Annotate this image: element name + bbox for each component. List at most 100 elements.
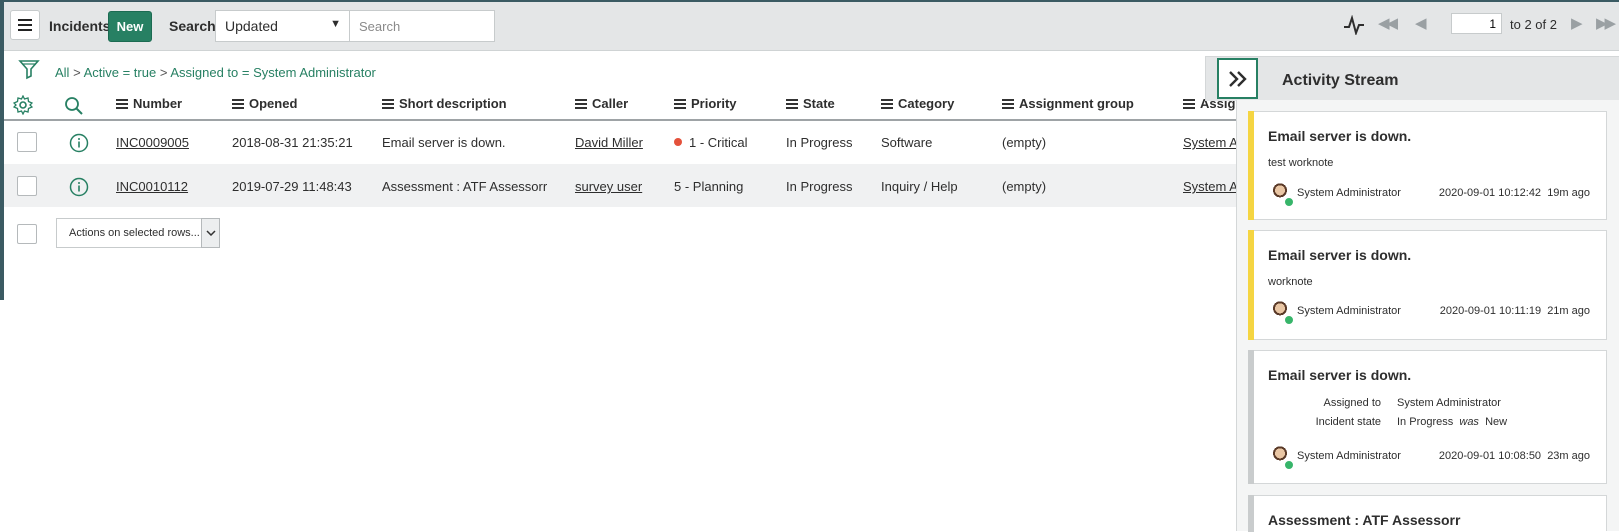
breadcrumb-separator: > [159,65,168,80]
column-header-priority[interactable]: Priority [674,96,737,111]
list-title: Incidents [49,18,111,34]
column-label: Short description [399,96,507,111]
cell-state: In Progress [786,179,853,194]
activity-stream-title: Activity Stream [1282,72,1399,89]
card-time: 2020-09-01 10:08:50 [1438,450,1542,462]
field-value: System Administrator [1397,397,1501,409]
breadcrumb: All > Active = true > Assigned to = Syst… [55,65,376,80]
breadcrumb-assigned[interactable]: Assigned to = System Administrator [170,65,376,80]
previous-page-icon[interactable]: ◀ [1415,14,1426,32]
gear-icon[interactable] [13,95,33,115]
double-chevron-right-icon [1228,70,1247,87]
column-header-state[interactable]: State [786,96,835,111]
activity-pulse-icon[interactable] [1343,15,1365,35]
search-icon[interactable] [64,96,84,116]
cell-state: In Progress [786,135,853,150]
incident-number-link[interactable]: INC0010112 [116,179,188,194]
search-label: Search [169,18,216,34]
column-menu-icon[interactable] [1002,98,1014,109]
column-menu-icon[interactable] [881,98,893,109]
column-label: Opened [249,96,298,111]
column-label: Assignment group [1019,96,1134,111]
column-menu-icon[interactable] [575,98,587,109]
breadcrumb-active[interactable]: Active = true [84,65,157,80]
card-author: System Administrator [1297,450,1401,462]
column-menu-icon[interactable] [382,98,394,109]
activity-card: Email server is down. worknote System Ad… [1248,230,1607,340]
list-menu-button[interactable] [10,10,40,40]
cell-assignment-group: (empty) [1002,179,1047,194]
card-accent-bar [1248,230,1254,340]
critical-priority-dot-icon [674,138,682,146]
breadcrumb-separator: > [73,65,81,80]
info-icon[interactable] [69,177,89,197]
filter-icon[interactable] [18,58,40,80]
info-icon[interactable] [69,133,89,153]
field-value: In Progress was New [1397,416,1507,428]
hamburger-icon [18,19,32,31]
cell-short-description: Email server is down. [382,135,506,150]
actions-select[interactable]: Actions on selected rows... [56,218,220,248]
activity-card: Email server is down. test worknote Syst… [1248,111,1607,220]
cell-category: Inquiry / Help [881,179,958,194]
card-accent-bar [1248,111,1254,220]
card-time: 2020-09-01 10:11:19 [1439,305,1542,317]
column-header-assignment-group[interactable]: Assignment group [1002,96,1134,111]
card-ago: 23m ago [1547,450,1590,462]
column-header-category[interactable]: Category [881,96,954,111]
row-checkbox[interactable] [17,176,37,196]
first-page-icon[interactable]: ◀◀ [1378,14,1398,32]
card-note: worknote [1268,276,1313,288]
field-old-value: New [1485,416,1508,428]
column-header-short-description[interactable]: Short description [382,96,507,111]
column-label: Category [898,96,955,111]
column-header-opened[interactable]: Opened [232,96,297,111]
next-page-icon[interactable]: ▶ [1571,14,1582,32]
incident-number-link[interactable]: INC0009005 [116,135,189,150]
card-time: 2020-09-01 10:12:42 [1438,187,1542,199]
column-menu-icon[interactable] [1183,98,1195,109]
row-checkbox[interactable] [17,132,37,152]
caller-link[interactable]: David Miller [575,135,643,150]
cell-opened: 2019-07-29 11:48:43 [232,179,352,194]
cell-assignment-group: (empty) [1002,135,1047,150]
activity-card: Assessment : ATF Assessorr [1248,495,1607,532]
column-menu-icon[interactable] [674,98,686,109]
page-number-input[interactable] [1451,13,1502,34]
search-input[interactable] [349,10,495,42]
search-field-select[interactable]: Updated ▼ [215,10,350,42]
column-label: Caller [592,96,629,111]
collapse-activity-button[interactable] [1217,58,1258,99]
online-status-icon [1284,460,1294,470]
card-accent-bar [1248,495,1254,532]
column-header-caller[interactable]: Caller [575,96,628,111]
actions-select-label: Actions on selected rows... [69,227,200,239]
online-status-icon [1284,315,1294,325]
column-menu-icon[interactable] [116,98,128,109]
last-page-icon[interactable]: ▶▶ [1596,14,1616,32]
cell-short-description: Assessment : ATF Assessorr [382,179,548,194]
field-was-word: was [1459,416,1479,428]
column-menu-icon[interactable] [786,98,798,109]
new-button[interactable]: New [108,11,152,42]
select-all-checkbox[interactable] [17,224,37,244]
activity-card: Email server is down. Assigned to System… [1248,350,1607,484]
column-label: State [803,96,835,111]
card-timestamp: 2020-09-01 10:08:50 23m ago [1439,450,1590,462]
list-header: Incidents New Search Updated ▼ [4,2,1619,51]
column-header-number[interactable]: Number [116,96,182,111]
card-title: Email server is down. [1268,367,1412,383]
caret-down-icon: ▼ [330,18,341,30]
cell-opened: 2018-08-31 21:35:21 [232,135,353,150]
caller-link[interactable]: survey user [575,179,642,194]
column-menu-icon[interactable] [232,98,244,109]
priority-label: 1 - Critical [689,135,748,150]
online-status-icon [1284,197,1294,207]
chevron-down-icon[interactable] [201,218,220,248]
cell-priority: 1 - Critical [674,135,748,150]
card-title: Email server is down. [1268,128,1412,144]
field-new-value: In Progress [1397,416,1454,428]
breadcrumb-all[interactable]: All [55,65,69,80]
column-label: Number [133,96,183,111]
card-timestamp: 2020-09-01 10:11:19 21m ago [1440,305,1590,317]
